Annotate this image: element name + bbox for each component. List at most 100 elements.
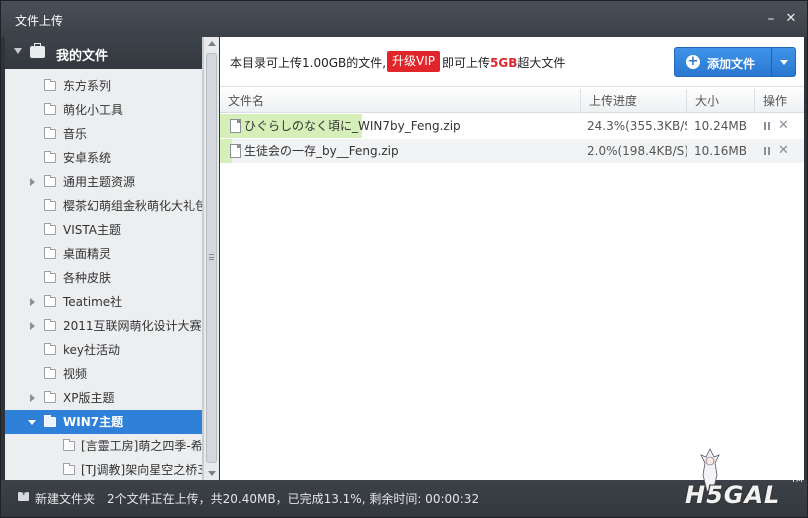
tree-item[interactable]: 音乐 bbox=[5, 122, 202, 146]
folder-icon bbox=[44, 151, 56, 163]
vip-size-highlight: 5GB bbox=[490, 56, 518, 70]
scroll-up-arrow-icon[interactable] bbox=[208, 41, 216, 46]
folder-icon bbox=[63, 463, 75, 475]
column-header-action: 操作 bbox=[754, 89, 804, 113]
briefcase-icon bbox=[30, 43, 45, 58]
tree-item-child[interactable]: [言靈工房]萌之四季-希望 bbox=[5, 434, 203, 458]
tree-item[interactable]: WIN7主题 bbox=[5, 410, 202, 434]
remove-upload-button[interactable]: ✕ bbox=[778, 139, 789, 163]
add-file-button[interactable]: + 添加文件 bbox=[674, 47, 796, 77]
tree-item-label: Teatime社 bbox=[63, 295, 123, 309]
chevron-right-icon[interactable] bbox=[30, 394, 35, 402]
upload-progress-text: 24.3%(355.3KB/S) bbox=[587, 119, 687, 133]
tree-item-label: 桌面精灵 bbox=[63, 247, 112, 261]
tree-item-label: 通用主题资源 bbox=[63, 175, 136, 189]
window-title: 文件上传 bbox=[15, 14, 64, 28]
column-header-size[interactable]: 大小 bbox=[686, 89, 754, 113]
folder-icon bbox=[44, 271, 56, 283]
minimize-button[interactable]: – bbox=[761, 9, 781, 29]
quota-text: 本目录可上传1.00GB的文件, bbox=[230, 56, 387, 70]
tree-item-label: 萌化小工具 bbox=[63, 103, 124, 117]
tree-item-label: 各种皮肤 bbox=[63, 271, 112, 285]
tree-item[interactable]: 各种皮肤 bbox=[5, 266, 202, 290]
tree-root-my-files[interactable]: 我的文件 bbox=[5, 37, 202, 69]
add-file-label: 添加文件 bbox=[707, 57, 756, 71]
file-size: 10.24MB bbox=[694, 119, 747, 133]
file-size: 10.16MB bbox=[694, 144, 747, 158]
site-watermark-logo: H5GAL TM bbox=[685, 448, 807, 517]
trademark-mark: TM bbox=[791, 475, 803, 484]
scroll-down-arrow-icon[interactable] bbox=[208, 471, 216, 476]
folder-icon bbox=[63, 439, 75, 451]
watermark-text: H5GAL bbox=[685, 481, 781, 509]
table-row[interactable]: 生徒会の一存_by__Feng.zip 2.0%(198.4KB/S) 10.16M… bbox=[220, 139, 804, 163]
tree-root-label: 我的文件 bbox=[56, 49, 109, 64]
chevron-right-icon[interactable] bbox=[30, 178, 35, 186]
tree-item[interactable]: 视频 bbox=[5, 362, 202, 386]
new-folder-button[interactable]: 新建文件夹 bbox=[35, 490, 95, 507]
tree-item[interactable]: key社活动 bbox=[5, 338, 202, 362]
tree-item[interactable]: VISTA主题 bbox=[5, 218, 202, 242]
upload-status-text: 2个文件正在上传，共20.40MB，已完成13.1%, 剩余时间: 00:00:… bbox=[107, 492, 480, 506]
chevron-down-icon[interactable] bbox=[780, 60, 788, 65]
folder-icon bbox=[44, 343, 56, 355]
tree-item[interactable]: 萌化小工具 bbox=[5, 98, 202, 122]
tree-item-label: XP版主题 bbox=[63, 391, 115, 405]
file-name: 生徒会の一存_by__Feng.zip bbox=[244, 144, 399, 158]
tree-item-label: WIN7主题 bbox=[63, 415, 124, 429]
tree-scrollbar[interactable] bbox=[203, 37, 219, 480]
tree-item-label: 安卓系统 bbox=[63, 151, 112, 165]
quota-info-bar: 本目录可上传1.00GB的文件, 升级VIP 即可上传5GB超大文件 + 添加文… bbox=[220, 37, 804, 87]
upload-panel: 本目录可上传1.00GB的文件, 升级VIP 即可上传5GB超大文件 + 添加文… bbox=[220, 37, 804, 480]
tree-item-child[interactable]: [TJ调教]架向星空之桥3 bbox=[5, 458, 203, 480]
tree-item[interactable]: XP版主题 bbox=[5, 386, 202, 410]
close-button[interactable]: ✕ bbox=[781, 9, 801, 29]
tree-item-label: 樱茶幻萌组金秋萌化大礼包 bbox=[63, 199, 203, 213]
folder-icon bbox=[44, 223, 56, 235]
upgrade-vip-button[interactable]: 升级VIP bbox=[387, 51, 440, 72]
plus-icon: + bbox=[686, 54, 700, 69]
pause-icon[interactable] bbox=[763, 147, 771, 155]
upload-window: 文件上传 – ✕ 我的文件 东方系列萌化小工具音乐安卓系统通用主题资源樱茶幻萌组… bbox=[0, 0, 808, 518]
folder-icon bbox=[44, 415, 56, 427]
chevron-right-icon[interactable] bbox=[30, 322, 35, 330]
file-name: ひぐらしのなく頃に_WIN7by_Feng.zip bbox=[244, 119, 461, 133]
tree-item[interactable]: 通用主题资源 bbox=[5, 170, 202, 194]
chevron-down-icon[interactable] bbox=[28, 420, 36, 425]
folder-icon bbox=[44, 175, 56, 187]
tree-item[interactable]: 樱茶幻萌组金秋萌化大礼包 bbox=[5, 194, 203, 218]
folder-icon bbox=[44, 391, 56, 403]
column-header-name[interactable]: 文件名 bbox=[220, 89, 580, 113]
tree-item-label: 东方系列 bbox=[63, 79, 112, 93]
file-table-header: 文件名 上传进度 大小 操作 bbox=[220, 89, 804, 113]
folder-icon bbox=[44, 103, 56, 115]
folder-icon bbox=[44, 79, 56, 91]
remove-upload-button[interactable]: ✕ bbox=[778, 114, 789, 138]
tree-item-label: 2011互联网萌化设计大赛 bbox=[63, 319, 202, 333]
tree-item[interactable]: 桌面精灵 bbox=[5, 242, 202, 266]
title-bar[interactable]: 文件上传 – ✕ bbox=[1, 1, 807, 37]
vip-promo-suffix: 超大文件 bbox=[517, 56, 566, 70]
pause-icon[interactable] bbox=[763, 122, 771, 130]
folder-icon bbox=[44, 319, 56, 331]
tree-item-label: [TJ调教]架向星空之桥3 bbox=[81, 463, 203, 477]
tree-item-label: 视频 bbox=[63, 367, 88, 381]
tree-item-label: VISTA主题 bbox=[63, 223, 121, 237]
column-header-progress[interactable]: 上传进度 bbox=[580, 89, 686, 113]
vip-promo-prefix: 即可上传 bbox=[442, 56, 491, 70]
scroll-thumb[interactable] bbox=[206, 53, 217, 463]
folder-icon bbox=[44, 127, 56, 139]
upload-progress-text: 2.0%(198.4KB/S) bbox=[587, 144, 687, 158]
folder-icon bbox=[44, 199, 56, 211]
tree-item[interactable]: 安卓系统 bbox=[5, 146, 202, 170]
table-row[interactable]: ひぐらしのなく頃に_WIN7by_Feng.zip 24.3%(355.3KB/S… bbox=[220, 114, 804, 138]
tree-item-label: key社活动 bbox=[63, 343, 121, 357]
tree-item[interactable]: 东方系列 bbox=[5, 74, 202, 98]
tree-item-label: [言靈工房]萌之四季-希望 bbox=[81, 439, 203, 453]
folder-icon bbox=[44, 295, 56, 307]
tree-item[interactable]: Teatime社 bbox=[5, 290, 202, 314]
collapse-arrow-icon[interactable] bbox=[14, 48, 22, 54]
new-folder-icon[interactable] bbox=[18, 488, 29, 501]
tree-item[interactable]: 2011互联网萌化设计大赛 bbox=[5, 314, 202, 338]
chevron-right-icon[interactable] bbox=[30, 298, 35, 306]
